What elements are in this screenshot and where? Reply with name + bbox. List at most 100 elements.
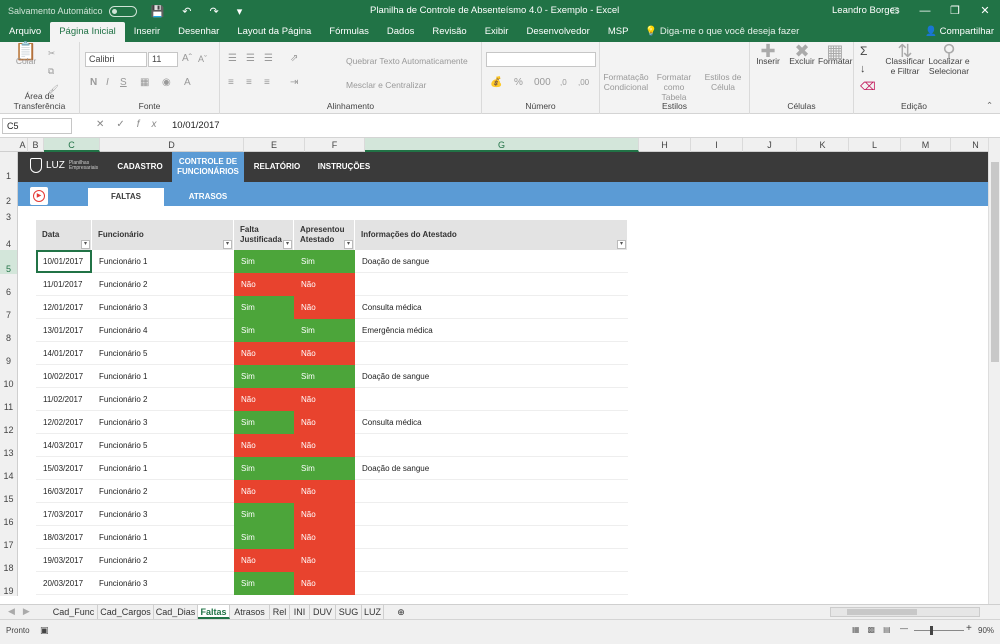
employee-cell[interactable]: Funcionário 3 (92, 296, 234, 319)
employee-cell[interactable]: Funcionário 1 (92, 365, 234, 388)
justified-cell[interactable]: Não (234, 273, 294, 296)
clear-icon[interactable]: ⌫ (860, 82, 876, 93)
zoom-slider-thumb[interactable] (930, 626, 933, 635)
maximize-icon[interactable]: ❐ (940, 0, 970, 22)
menu-tab-2[interactable]: Inserir (125, 22, 169, 42)
row-header-15[interactable]: 15 (0, 481, 18, 504)
sheet-tab-2[interactable]: Cad_Dias (154, 605, 198, 619)
orientation-icon[interactable]: ⇗ (290, 54, 298, 64)
employee-cell[interactable]: Funcionário 1 (92, 526, 234, 549)
certificate-cell[interactable]: Sim (294, 250, 355, 273)
zoom-out-icon[interactable]: — (900, 624, 908, 633)
info-cell[interactable]: Doação de sangue (355, 250, 628, 273)
align-center-icon[interactable]: ≡ (246, 78, 252, 88)
certificate-cell[interactable]: Sim (294, 457, 355, 480)
row-header-2[interactable]: 2 (0, 182, 18, 206)
filter-dropdown-icon[interactable]: ▾ (617, 240, 626, 249)
justified-cell[interactable]: Sim (234, 296, 294, 319)
autosum-icon[interactable]: Σ (860, 45, 867, 57)
formula-input[interactable]: 10/01/2017 (172, 120, 220, 131)
employee-cell[interactable]: Funcionário 3 (92, 411, 234, 434)
employee-cell[interactable]: Funcionário 3 (92, 503, 234, 526)
autosave[interactable]: Salvamento Automático (8, 5, 137, 17)
certificate-cell[interactable]: Não (294, 388, 355, 411)
employee-cell[interactable]: Funcionário 2 (92, 480, 234, 503)
certificate-cell[interactable]: Não (294, 411, 355, 434)
insert-cells-button[interactable]: ✚ Inserir (752, 42, 784, 66)
row-header-4[interactable]: 4 (0, 220, 18, 250)
date-cell[interactable]: 11/02/2017 (36, 388, 92, 411)
info-cell[interactable] (355, 549, 628, 572)
borders-icon[interactable]: ▦ (140, 78, 149, 88)
ribbon-display-options-icon[interactable]: □ (880, 0, 910, 22)
sheet-tab-8[interactable]: SUG (336, 605, 362, 619)
subtab-0[interactable]: FALTAS (88, 188, 164, 206)
column-header-M[interactable]: M (901, 138, 951, 152)
zoom-in-icon[interactable]: + (966, 623, 972, 634)
date-cell[interactable]: 19/03/2017 (36, 549, 92, 572)
date-cell[interactable]: 14/03/2017 (36, 434, 92, 457)
italic-button[interactable]: I (106, 78, 109, 88)
video-button[interactable]: ▶ (30, 187, 48, 205)
insert-function-icon[interactable]: fx (137, 119, 169, 130)
menu-tab-8[interactable]: Exibir (476, 22, 518, 42)
certificate-cell[interactable]: Sim (294, 365, 355, 388)
indent-icon[interactable]: ⇥ (290, 78, 298, 88)
font-size-select[interactable]: 11 (148, 52, 178, 67)
employee-cell[interactable]: Funcionário 2 (92, 388, 234, 411)
justified-cell[interactable]: Sim (234, 503, 294, 526)
justified-cell[interactable]: Não (234, 549, 294, 572)
menu-tab-6[interactable]: Dados (378, 22, 423, 42)
menu-tab-9[interactable]: Desenvolvedor (517, 22, 598, 42)
column-header-H[interactable]: H (639, 138, 691, 152)
number-format-select[interactable] (486, 52, 596, 67)
add-sheet-icon[interactable]: ⊕ (394, 605, 408, 619)
align-middle-icon[interactable]: ☰ (246, 54, 255, 64)
view-buttons[interactable]: ▦▩▤ (852, 625, 899, 634)
column-header-I[interactable]: I (691, 138, 743, 152)
row-header-19[interactable]: 19 (0, 573, 18, 596)
comma-style-icon[interactable]: 000 (534, 78, 551, 88)
cell-styles-button[interactable]: Estilos de Célula (700, 72, 746, 92)
certificate-cell[interactable]: Não (294, 526, 355, 549)
percent-style-icon[interactable]: % (514, 78, 523, 88)
justified-cell[interactable]: Sim (234, 572, 294, 595)
font-color-icon[interactable]: A (184, 78, 191, 88)
date-cell[interactable]: 14/01/2017 (36, 342, 92, 365)
column-header-K[interactable]: K (797, 138, 849, 152)
info-cell[interactable]: Emergência médica (355, 319, 628, 342)
filter-dropdown-icon[interactable]: ▾ (283, 240, 292, 249)
menu-tab-10[interactable]: MSP (599, 22, 638, 42)
date-cell[interactable]: 16/03/2017 (36, 480, 92, 503)
sheet-tab-6[interactable]: INI (290, 605, 310, 619)
merge-center-button[interactable]: Mesclar e Centralizar (346, 80, 426, 90)
column-header-B[interactable]: B (28, 138, 44, 152)
info-cell[interactable]: Consulta médica (355, 296, 628, 319)
employee-cell[interactable]: Funcionário 2 (92, 273, 234, 296)
info-cell[interactable] (355, 434, 628, 457)
certificate-cell[interactable]: Não (294, 503, 355, 526)
customize-quick-access-icon[interactable]: ▾ (237, 5, 243, 18)
cut-icon[interactable]: ✂ (48, 48, 55, 58)
align-left-icon[interactable]: ≡ (228, 78, 234, 88)
menu-tab-5[interactable]: Fórmulas (320, 22, 378, 42)
row-header-16[interactable]: 16 (0, 504, 18, 527)
employee-cell[interactable]: Funcionário 1 (92, 250, 234, 273)
copy-icon[interactable]: ⧉ (48, 66, 54, 76)
justified-cell[interactable]: Não (234, 434, 294, 457)
enter-icon[interactable]: ✓ (116, 119, 136, 130)
close-icon[interactable]: ✕ (970, 0, 1000, 22)
date-cell[interactable]: 20/03/2017 (36, 572, 92, 595)
zoom-slider[interactable] (914, 630, 964, 631)
underline-button[interactable]: S (120, 78, 127, 88)
date-cell[interactable]: 17/03/2017 (36, 503, 92, 526)
date-cell[interactable]: 15/03/2017 (36, 457, 92, 480)
info-cell[interactable]: Doação de sangue (355, 365, 628, 388)
font-name-select[interactable]: Calibri (85, 52, 147, 67)
sheet-tab-7[interactable]: DUV (310, 605, 336, 619)
info-cell[interactable] (355, 388, 628, 411)
justified-cell[interactable]: Não (234, 342, 294, 365)
certificate-cell[interactable]: Não (294, 434, 355, 457)
sheet-nav-arrows[interactable]: ◀▶ (8, 606, 38, 617)
date-cell[interactable]: 10/01/2017 (36, 250, 92, 273)
